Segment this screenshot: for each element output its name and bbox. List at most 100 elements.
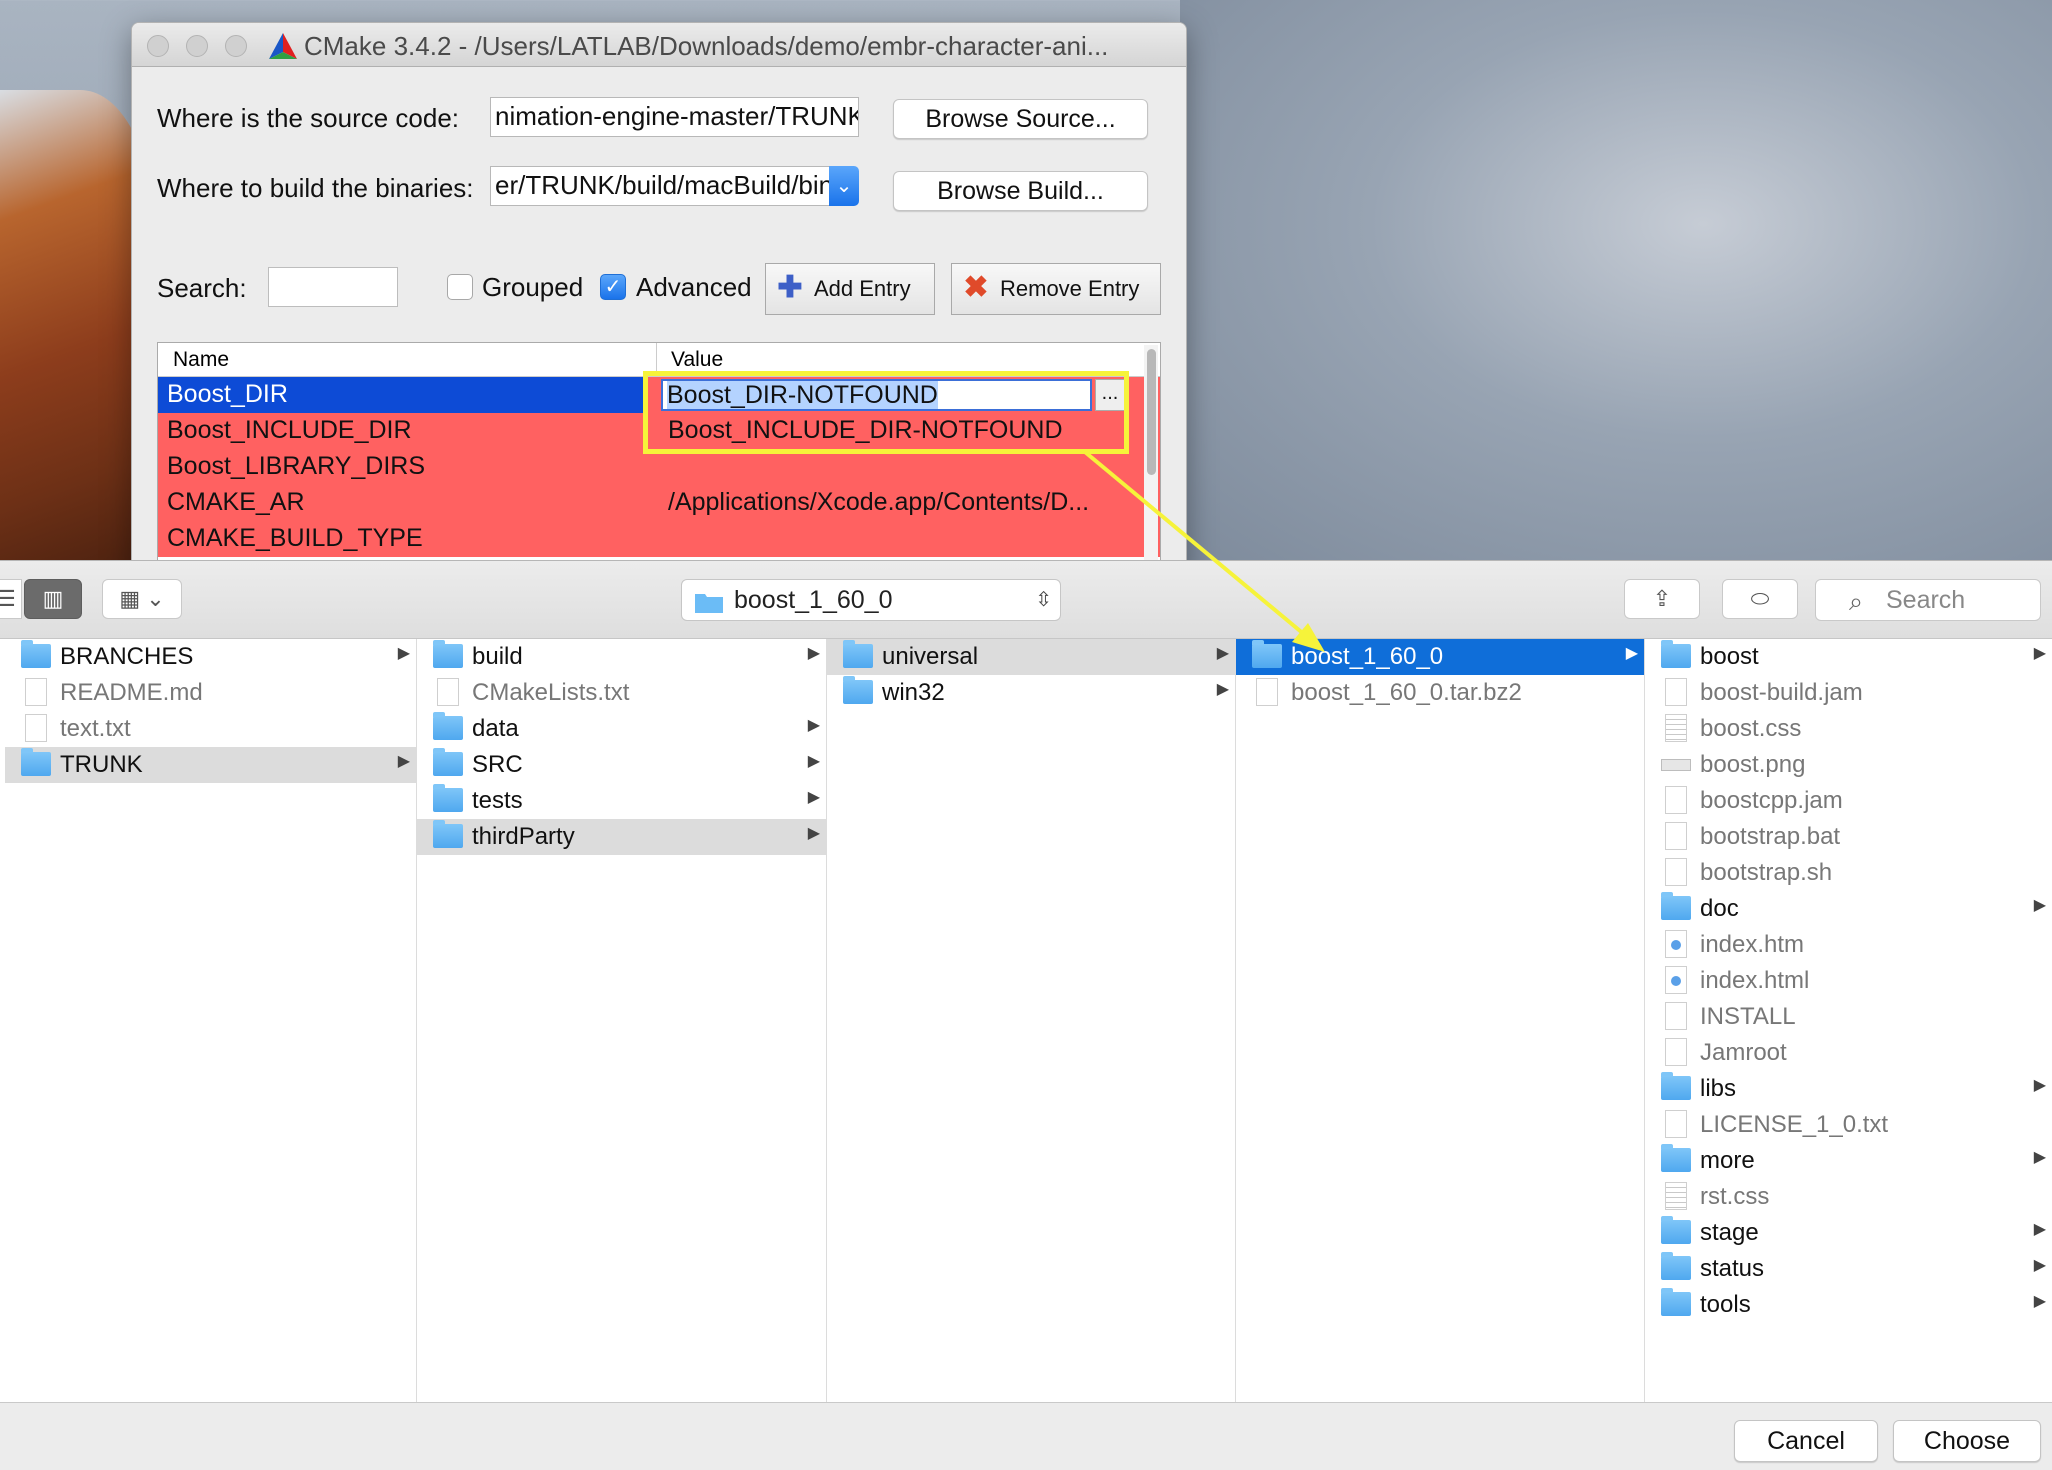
scrollbar-thumb[interactable] bbox=[1147, 349, 1156, 475]
row-name: Boost_INCLUDE_DIR bbox=[167, 416, 412, 444]
file-item[interactable]: boost_1_60_0.tar.bz2 bbox=[1236, 675, 1644, 711]
cache-entries-table[interactable]: Name Value Boost_DIR Boost_DIR-NOTFOUND … bbox=[157, 342, 1161, 581]
file-item[interactable]: index.html bbox=[1645, 963, 2052, 999]
file-item[interactable]: boost.png bbox=[1645, 747, 2052, 783]
browse-value-button[interactable]: ... bbox=[1095, 379, 1125, 411]
browser-column-2[interactable]: build ▶ CMakeLists.txt data ▶ SRC ▶ tests ▶ third… bbox=[417, 639, 827, 1402]
choose-button[interactable]: Choose bbox=[1893, 1420, 2041, 1462]
file-item[interactable]: boostcpp.jam bbox=[1645, 783, 2052, 819]
finder-search-field[interactable]: ⌕ Search bbox=[1815, 579, 2041, 621]
folder-item[interactable]: win32 ▶ bbox=[827, 675, 1235, 711]
file-item[interactable]: bootstrap.sh bbox=[1645, 855, 2052, 891]
folder-icon bbox=[1661, 640, 1691, 668]
item-label: boost-build.jam bbox=[1700, 679, 1863, 706]
list-view-button[interactable]: ☰ bbox=[0, 579, 22, 619]
item-label: status bbox=[1700, 1255, 1765, 1282]
table-row-cmake-build-type[interactable]: CMAKE_BUILD_TYPE bbox=[158, 521, 1160, 557]
build-path-dropdown[interactable]: ⌄ bbox=[829, 166, 859, 206]
file-item[interactable]: README.md bbox=[5, 675, 416, 711]
column-divider[interactable] bbox=[656, 343, 657, 377]
document-icon bbox=[25, 678, 47, 706]
tag-button[interactable]: ⬭ bbox=[1722, 579, 1798, 619]
table-row-cmake-ar[interactable]: CMAKE_AR /Applications/Xcode.app/Content… bbox=[158, 485, 1160, 521]
file-item[interactable]: text.txt bbox=[5, 711, 416, 747]
share-button[interactable]: ⇪ bbox=[1624, 579, 1700, 619]
tag-icon: ⬭ bbox=[1750, 586, 1770, 611]
table-row-boost-library-dirs[interactable]: Boost_LIBRARY_DIRS bbox=[158, 449, 1160, 485]
column-view-button[interactable]: ▥ bbox=[24, 579, 82, 619]
folder-item[interactable]: boost ▶ bbox=[1645, 639, 2052, 675]
folder-icon bbox=[695, 594, 723, 613]
folder-item[interactable]: TRUNK ▶ bbox=[5, 747, 416, 783]
advanced-checkbox[interactable]: ✓ bbox=[600, 274, 626, 300]
location-popup[interactable]: boost_1_60_0 ⇳ bbox=[681, 579, 1061, 621]
remove-entry-button[interactable]: ✖ Remove Entry bbox=[951, 263, 1161, 315]
value-edit-field[interactable]: Boost_DIR-NOTFOUND bbox=[661, 379, 1092, 411]
source-path-field[interactable]: nimation-engine-master/TRUNK bbox=[490, 97, 859, 137]
folder-item[interactable]: status ▶ bbox=[1645, 1251, 2052, 1287]
chevron-down-icon: ⌄ bbox=[835, 175, 853, 197]
table-row-boost-include-dir[interactable]: Boost_INCLUDE_DIR Boost_INCLUDE_DIR-NOTF… bbox=[158, 413, 1160, 449]
file-item[interactable]: bootstrap.bat bbox=[1645, 819, 2052, 855]
table-header: Name Value bbox=[158, 343, 1160, 377]
disclosure-arrow-icon: ▶ bbox=[807, 645, 820, 662]
folder-item[interactable]: thirdParty ▶ bbox=[417, 819, 826, 855]
file-item[interactable]: index.htm bbox=[1645, 927, 2052, 963]
grouped-checkbox[interactable] bbox=[447, 274, 473, 300]
disclosure-arrow-icon: ▶ bbox=[1216, 645, 1229, 662]
value-column-header[interactable]: Value bbox=[671, 348, 723, 372]
folder-item[interactable]: doc ▶ bbox=[1645, 891, 2052, 927]
browse-source-button[interactable]: Browse Source... bbox=[893, 99, 1148, 139]
folder-item[interactable]: data ▶ bbox=[417, 711, 826, 747]
file-item[interactable]: LICENSE_1_0.txt bbox=[1645, 1107, 2052, 1143]
item-label: LICENSE_1_0.txt bbox=[1700, 1111, 1889, 1138]
search-input[interactable] bbox=[268, 267, 398, 307]
name-column-header[interactable]: Name bbox=[173, 348, 229, 372]
folder-item[interactable]: stage ▶ bbox=[1645, 1215, 2052, 1251]
item-label: data bbox=[472, 715, 519, 742]
file-item[interactable]: CMakeLists.txt bbox=[417, 675, 826, 711]
item-label: README.md bbox=[60, 679, 203, 706]
document-icon bbox=[1665, 1002, 1687, 1030]
folder-icon bbox=[433, 748, 463, 776]
file-item[interactable]: rst.css bbox=[1645, 1179, 2052, 1215]
row-name: CMAKE_BUILD_TYPE bbox=[167, 524, 423, 552]
add-entry-label: Add Entry bbox=[814, 276, 911, 301]
folder-item[interactable]: SRC ▶ bbox=[417, 747, 826, 783]
folder-item[interactable]: build ▶ bbox=[417, 639, 826, 675]
file-item[interactable]: boost-build.jam bbox=[1645, 675, 2052, 711]
search-icon: ⌕ bbox=[1849, 588, 1864, 616]
row-name: Boost_DIR bbox=[167, 380, 288, 408]
browser-column-1[interactable]: BRANCHES ▶ README.md text.txt TRUNK ▶ bbox=[5, 639, 417, 1402]
folder-item[interactable]: more ▶ bbox=[1645, 1143, 2052, 1179]
folder-item[interactable]: BRANCHES ▶ bbox=[5, 639, 416, 675]
folder-item[interactable]: boost_1_60_0 ▶ bbox=[1236, 639, 1644, 675]
file-item[interactable]: INSTALL bbox=[1645, 999, 2052, 1035]
up-down-chevron-icon: ⇳ bbox=[1035, 589, 1052, 611]
close-window-button[interactable] bbox=[147, 35, 169, 57]
folder-item[interactable]: tools ▶ bbox=[1645, 1287, 2052, 1323]
table-row-boost-dir[interactable]: Boost_DIR Boost_DIR-NOTFOUND ... bbox=[158, 377, 1160, 413]
folder-item[interactable]: tests ▶ bbox=[417, 783, 826, 819]
browser-column-3[interactable]: universal ▶ win32 ▶ bbox=[827, 639, 1236, 1402]
browse-build-button[interactable]: Browse Build... bbox=[893, 171, 1148, 211]
arrange-button[interactable]: ▦ ⌄ bbox=[102, 579, 182, 619]
browser-column-5[interactable]: boost ▶ boost-build.jam boost.css boost.png b… bbox=[1645, 639, 2052, 1402]
file-item[interactable]: boost.css bbox=[1645, 711, 2052, 747]
zoom-window-button[interactable] bbox=[225, 35, 247, 57]
item-label: TRUNK bbox=[60, 751, 143, 778]
item-label: index.html bbox=[1700, 967, 1810, 994]
item-label: CMakeLists.txt bbox=[472, 679, 630, 706]
location-label: boost_1_60_0 bbox=[734, 586, 893, 614]
file-item[interactable]: Jamroot bbox=[1645, 1035, 2052, 1071]
cancel-button[interactable]: Cancel bbox=[1734, 1420, 1878, 1462]
minimize-window-button[interactable] bbox=[186, 35, 208, 57]
build-path-field[interactable]: er/TRUNK/build/macBuild/bin bbox=[490, 166, 830, 206]
browser-column-4[interactable]: boost_1_60_0 ▶ boost_1_60_0.tar.bz2 bbox=[1236, 639, 1645, 1402]
disclosure-arrow-icon: ▶ bbox=[2033, 645, 2046, 662]
folder-item[interactable]: universal ▶ bbox=[827, 639, 1235, 675]
table-scrollbar[interactable] bbox=[1144, 345, 1158, 581]
add-entry-button[interactable]: ✚ Add Entry bbox=[765, 263, 935, 315]
folder-item[interactable]: libs ▶ bbox=[1645, 1071, 2052, 1107]
selected-value-text: Boost_DIR-NOTFOUND bbox=[667, 381, 938, 409]
